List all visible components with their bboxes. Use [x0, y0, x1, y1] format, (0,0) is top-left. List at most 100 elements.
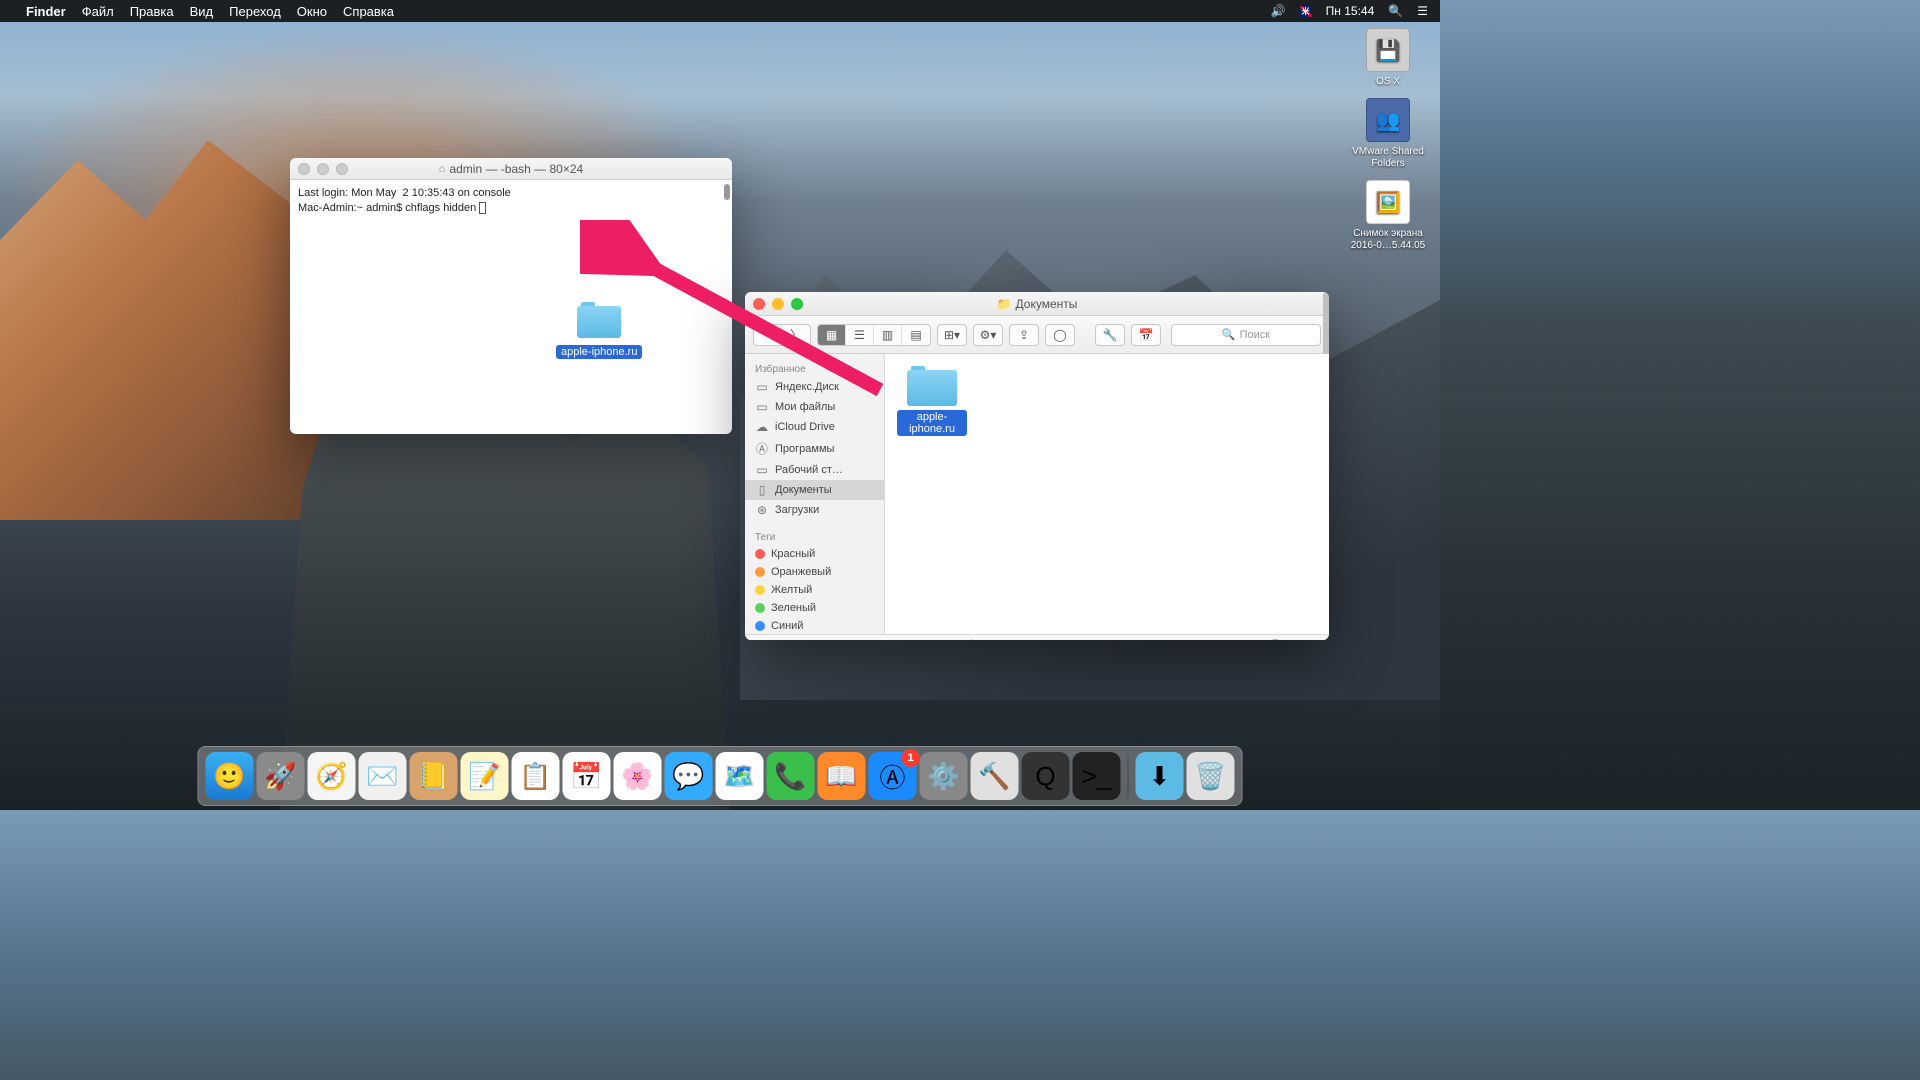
tags-button[interactable]: ◯ [1045, 324, 1075, 346]
dock-calendar[interactable]: 📅 [563, 752, 611, 800]
view-icons-button[interactable]: ▦ [818, 325, 846, 345]
terminal-titlebar[interactable]: ⌂admin — -bash — 80×24 [290, 158, 732, 180]
dock-downloads[interactable]: ⬇ [1136, 752, 1184, 800]
menu-view[interactable]: Вид [190, 4, 214, 19]
finder-sidebar: Избранное ▭Яндекс.Диск ▭Мои файлы ☁iClou… [745, 354, 885, 634]
spotlight-icon[interactable]: 🔍 [1388, 4, 1403, 18]
back-button[interactable]: 〈 [754, 325, 782, 345]
menu-go[interactable]: Переход [229, 4, 281, 19]
dock-safari[interactable]: 🧭 [308, 752, 356, 800]
finder-window[interactable]: 📁Документы 〈〉 ▦ ☰ ▥ ▤ ⊞▾ ⚙▾ ⇪ ◯ 🔧 📅 🔍Пои… [745, 292, 1329, 640]
finder-content[interactable]: apple-iphone.ru [885, 354, 1329, 634]
image-file-icon: 🖼️ [1366, 180, 1410, 224]
sidebar-item-documents[interactable]: ▯Документы [745, 480, 884, 500]
forward-button[interactable]: 〉 [782, 325, 810, 345]
dock-reminders[interactable]: 📋 [512, 752, 560, 800]
sidebar-item[interactable]: ⊛Загрузки [745, 500, 884, 520]
desktop-icon: ▭ [755, 463, 769, 477]
dock-mail[interactable]: ✉️ [359, 752, 407, 800]
search-icon: 🔍 [1222, 328, 1236, 341]
view-list-button[interactable]: ☰ [846, 325, 874, 345]
shared-folder-icon: 👥 [1366, 98, 1410, 142]
dock-contacts[interactable]: 📒 [410, 752, 458, 800]
finder-statusbar: Выбрано 1 из 1; доступно 134,74 ГБ [745, 634, 1329, 640]
dock-launchpad[interactable]: 🚀 [257, 752, 305, 800]
sidebar-header-favorites: Избранное [745, 360, 884, 377]
dock-facetime[interactable]: 📞 [767, 752, 815, 800]
folder-icon [577, 302, 621, 338]
menu-window[interactable]: Окно [297, 4, 327, 19]
dock-quicktime[interactable]: Q [1022, 752, 1070, 800]
terminal-cursor [479, 202, 486, 214]
menu-edit[interactable]: Правка [130, 4, 174, 19]
view-buttons[interactable]: ▦ ☰ ▥ ▤ [817, 324, 931, 346]
dock-settings[interactable]: ⚙️ [920, 752, 968, 800]
drag-ghost-folder[interactable]: apple-iphone.ru [556, 302, 642, 360]
applications-icon: Ⓐ [755, 440, 769, 457]
dock-maps[interactable]: 🗺️ [716, 752, 764, 800]
finder-item[interactable]: apple-iphone.ru [897, 366, 967, 437]
notification-center-icon[interactable]: ☰ [1417, 4, 1428, 18]
tag-dot-icon [755, 621, 765, 631]
desktop-icon-screenshot[interactable]: 🖼️ Снимок экрана 2016-0…5.44.05 [1348, 180, 1428, 252]
menu-file[interactable]: Файл [82, 4, 114, 19]
traffic-lights[interactable] [753, 298, 803, 310]
extra-button[interactable]: 🔧 [1095, 324, 1125, 346]
view-columns-button[interactable]: ▥ [874, 325, 902, 345]
terminal-content[interactable]: Last login: Mon May 2 10:35:43 on consol… [290, 180, 732, 222]
dock: 🙂🚀🧭✉️📒📝📋📅🌸💬🗺️📞📖Ⓐ1⚙️🔨Q>_ ⬇🗑️ [198, 746, 1243, 806]
dock-finder[interactable]: 🙂 [206, 752, 254, 800]
dock-appstore[interactable]: Ⓐ1 [869, 752, 917, 800]
dock-xcode[interactable]: 🔨 [971, 752, 1019, 800]
tag-dot-icon [755, 603, 765, 613]
input-source-icon[interactable]: 米 [1300, 6, 1312, 17]
sidebar-item[interactable]: ▭Яндекс.Диск [745, 377, 884, 397]
dock-photos[interactable]: 🌸 [614, 752, 662, 800]
finder-titlebar[interactable]: 📁Документы [745, 292, 1329, 316]
sidebar-tag[interactable]: Красный [745, 545, 884, 563]
dock-separator [1128, 754, 1129, 798]
finder-item-label: apple-iphone.ru [897, 410, 967, 436]
volume-icon[interactable]: 🔊 [1271, 4, 1286, 18]
menu-help[interactable]: Справка [343, 4, 394, 19]
folder-icon [907, 366, 957, 406]
drag-ghost-label: apple-iphone.ru [556, 345, 642, 359]
sidebar-item[interactable]: ▭Рабочий ст… [745, 460, 884, 480]
scrollbar-thumb[interactable] [724, 184, 730, 200]
arrange-button[interactable]: ⊞▾ [937, 324, 967, 346]
documents-icon: ▯ [755, 483, 769, 497]
finder-toolbar: 〈〉 ▦ ☰ ▥ ▤ ⊞▾ ⚙▾ ⇪ ◯ 🔧 📅 🔍Поиск [745, 316, 1329, 354]
downloads-icon: ⊛ [755, 503, 769, 517]
dock-notes[interactable]: 📝 [461, 752, 509, 800]
sidebar-tag[interactable]: Желтый [745, 581, 884, 599]
app-name[interactable]: Finder [26, 4, 66, 19]
status-text: Выбрано 1 из 1; доступно 134,74 ГБ [953, 639, 1121, 640]
action-button[interactable]: ⚙▾ [973, 324, 1003, 346]
menubar: Finder Файл Правка Вид Переход Окно Спра… [0, 0, 1440, 22]
desktop-icon-label: OS X [1348, 76, 1428, 88]
desktop-icon-shared[interactable]: 👥 VMware Shared Folders [1348, 98, 1428, 170]
desktop-icon-disk[interactable]: 💾 OS X [1348, 28, 1428, 88]
terminal-title: ⌂admin — -bash — 80×24 [290, 162, 732, 176]
traffic-lights[interactable] [298, 163, 348, 175]
search-input[interactable]: 🔍Поиск [1171, 324, 1321, 346]
sidebar-tag[interactable]: Синий [745, 617, 884, 634]
dock-terminal[interactable]: >_ [1073, 752, 1121, 800]
dock-trash[interactable]: 🗑️ [1187, 752, 1235, 800]
sidebar-tag[interactable]: Оранжевый [745, 563, 884, 581]
terminal-window[interactable]: ⌂admin — -bash — 80×24 Last login: Mon M… [290, 158, 732, 434]
clock[interactable]: Пн 15:44 [1326, 4, 1375, 18]
dock-messages[interactable]: 💬 [665, 752, 713, 800]
share-button[interactable]: ⇪ [1009, 324, 1039, 346]
sidebar-header-tags: Теги [745, 528, 884, 545]
nav-buttons[interactable]: 〈〉 [753, 324, 811, 346]
dock-ibooks[interactable]: 📖 [818, 752, 866, 800]
sidebar-item[interactable]: ☁iCloud Drive [745, 417, 884, 437]
sidebar-tag[interactable]: Зеленый [745, 599, 884, 617]
view-coverflow-button[interactable]: ▤ [902, 325, 930, 345]
sidebar-item[interactable]: ▭Мои файлы [745, 397, 884, 417]
extra-button[interactable]: 📅 [1131, 324, 1161, 346]
tag-dot-icon [755, 585, 765, 595]
sidebar-item[interactable]: ⒶПрограммы [745, 437, 884, 460]
tag-dot-icon [755, 567, 765, 577]
